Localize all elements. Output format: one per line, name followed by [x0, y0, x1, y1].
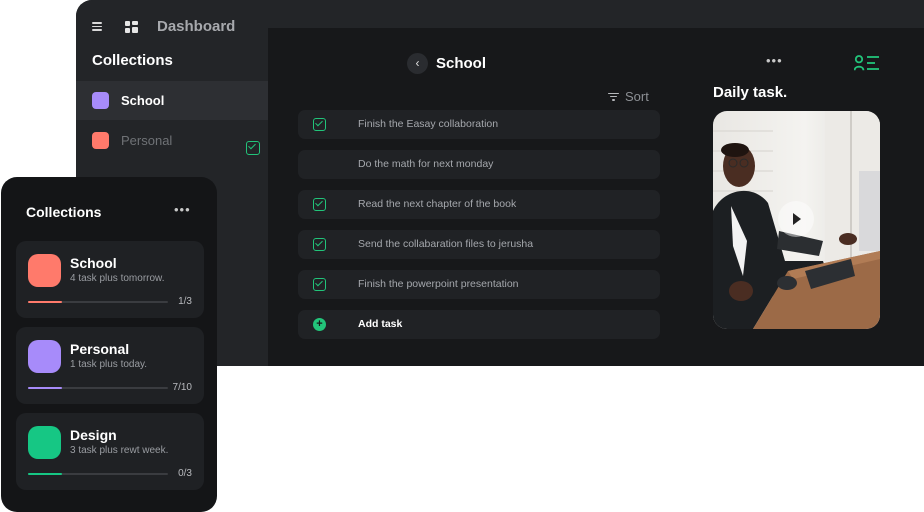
task-text: Finish the powerpoint presentation [358, 278, 519, 290]
collection-count: 7/10 [172, 382, 192, 393]
sidebar-item-school[interactable]: School [76, 81, 268, 120]
collection-name: School [70, 255, 117, 271]
progress-bar [28, 301, 168, 303]
collection-card-school[interactable]: School 4 task plus tomorrow. 1/3 [16, 241, 204, 318]
list-title: School [436, 55, 487, 72]
add-task-label: Add task [358, 318, 403, 330]
back-button[interactable]: ‹ [407, 53, 428, 74]
play-icon[interactable] [778, 201, 814, 237]
collection-subtitle: 3 task plus rewt week. [70, 445, 169, 456]
chevron-left-icon: ‹ [415, 56, 420, 70]
daily-task-title: Daily task. [713, 84, 788, 101]
sort-button[interactable]: Sort [608, 89, 649, 104]
task-check-icon[interactable] [313, 238, 326, 251]
progress-fill [28, 473, 62, 475]
collection-card-personal[interactable]: Personal 1 task plus today. 7/10 [16, 327, 204, 404]
panel-title: Collections [26, 204, 102, 220]
collection-count: 0/3 [178, 468, 192, 479]
main-content: ‹ School ••• Sort Finish the Easay colla… [268, 28, 924, 366]
task-row[interactable]: Finish the powerpoint presentation [298, 270, 660, 299]
task-row[interactable]: Read the next chapter of the book [298, 190, 660, 219]
collection-color-swatch [28, 254, 61, 287]
sidebar-item-label: School [121, 93, 165, 108]
checkbox-icon[interactable] [246, 141, 260, 155]
task-check-icon[interactable] [313, 118, 326, 131]
collection-name: Personal [70, 341, 130, 357]
school-color-swatch [92, 92, 109, 109]
progress-fill [28, 387, 62, 389]
collections-panel: Collections ••• School 4 task plus tomor… [1, 177, 217, 512]
collection-name: Design [70, 427, 117, 443]
collection-color-swatch [28, 426, 61, 459]
add-task-button[interactable]: + Add task [298, 310, 660, 339]
task-text: Read the next chapter of the book [358, 198, 517, 210]
filter-icon [608, 92, 619, 101]
hamburger-menu-icon[interactable] [92, 22, 102, 31]
more-options-icon[interactable]: ••• [766, 53, 783, 68]
collection-subtitle: 4 task plus tomorrow. [70, 273, 165, 284]
dashboard-grid-icon [125, 21, 138, 33]
user-list-icon[interactable] [854, 55, 880, 71]
sidebar-item-personal[interactable]: Personal [76, 121, 268, 160]
collection-card-design[interactable]: Design 3 task plus rewt week. 0/3 [16, 413, 204, 490]
sort-label: Sort [625, 89, 649, 104]
task-check-icon[interactable] [313, 278, 326, 291]
collection-count: 1/3 [178, 296, 192, 307]
task-check-icon[interactable] [313, 198, 326, 211]
task-row[interactable]: Finish the Easay collaboration [298, 110, 660, 139]
task-text: Send the collabaration files to jerusha [358, 238, 534, 250]
more-options-icon[interactable]: ••• [174, 202, 191, 217]
collection-subtitle: 1 task plus today. [70, 359, 148, 370]
progress-bar [28, 473, 168, 475]
task-row[interactable]: Send the collabaration files to jerusha [298, 230, 660, 259]
personal-color-swatch [92, 132, 109, 149]
sidebar-heading: Collections [92, 52, 173, 69]
task-row[interactable]: Do the math for next monday [298, 150, 660, 179]
sidebar-item-label: Personal [121, 133, 173, 148]
app-title: Dashboard [157, 18, 236, 35]
daily-task-video[interactable] [713, 111, 880, 329]
plus-icon: + [313, 318, 326, 331]
task-text: Do the math for next monday [358, 158, 494, 170]
task-text: Finish the Easay collaboration [358, 118, 499, 130]
progress-bar [28, 387, 168, 389]
progress-fill [28, 301, 62, 303]
collection-color-swatch [28, 340, 61, 373]
